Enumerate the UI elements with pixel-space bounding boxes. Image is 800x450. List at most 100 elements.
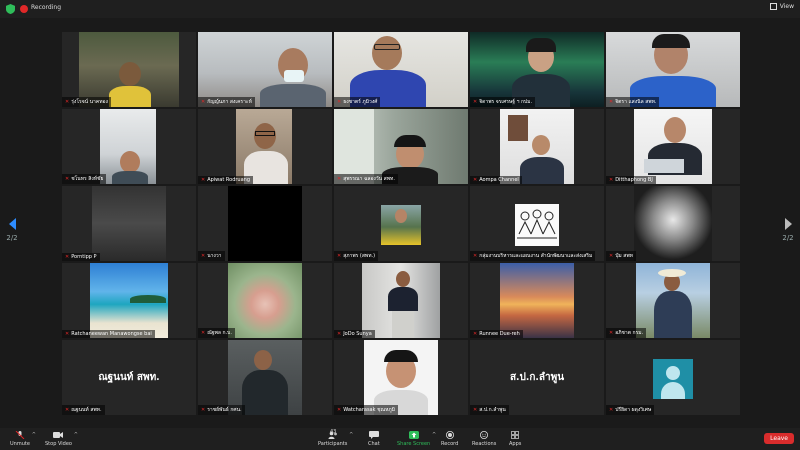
participant-name: Porntipp P: [71, 254, 97, 260]
muted-mic-icon: ✕: [201, 177, 206, 183]
participant-name: Runnee Due-reh: [479, 331, 520, 337]
video-tile[interactable]: ✕ Ratchaneewan Manawongse bai: [62, 263, 196, 338]
participant-video: [500, 109, 574, 184]
participants-button[interactable]: 43 ^ Participants: [318, 429, 353, 447]
chevron-up-icon[interactable]: ^: [432, 432, 436, 438]
chat-button[interactable]: Chat: [368, 431, 380, 447]
video-tile[interactable]: ✕ Aompa Channel: [470, 109, 604, 184]
participant-name: ณัฐพล ก.บ.: [207, 330, 232, 336]
muted-mic-icon: ✕: [473, 407, 478, 413]
participant-name: สุพรรณา ฉลองวัน สพท.: [343, 176, 395, 182]
video-tile[interactable]: ณฐนนท์ สพท. ✕ ณฐนนท์ สพท.: [62, 340, 196, 415]
participant-video: [198, 32, 332, 107]
stop-video-button[interactable]: ^ Stop Video: [45, 431, 78, 447]
record-button[interactable]: Record: [441, 431, 458, 447]
video-tile[interactable]: ✕ Runnee Due-reh: [470, 263, 604, 338]
participant-name: ณฐนนท์ สพท.: [71, 407, 102, 413]
video-tile[interactable]: ✕ จิดาพร จรเศรษฐ์ ฯ กปม.: [470, 32, 604, 107]
participant-name: Apiwat Rodruang: [207, 177, 251, 183]
unmute-label: Unmute: [10, 441, 30, 447]
share-screen-label: Share Screen: [397, 441, 431, 447]
chat-bubble-icon: [368, 431, 379, 439]
video-tile[interactable]: ✕ Watcharasak ชุณหภูมิ: [334, 340, 468, 415]
video-tile[interactable]: ✕ Apiwat Rodruang: [198, 109, 332, 184]
participant-video: [334, 109, 468, 184]
video-tile[interactable]: ✕ ราชย์พันธ์ กศน.: [198, 340, 332, 415]
participant-name: จิดาพร จรเศรษฐ์ ฯ กปม.: [479, 99, 533, 105]
participant-name: Aompa Channel: [479, 177, 519, 183]
chevron-up-icon[interactable]: ^: [32, 432, 36, 438]
grid-view-icon: [769, 3, 777, 10]
reactions-label: Reactions: [472, 441, 497, 447]
participant-name: ปรียิดา ผดุงวิเศษ: [615, 407, 652, 413]
view-label: View: [779, 3, 794, 10]
muted-mic-icon: ✕: [65, 176, 70, 182]
participants-count: 43: [330, 429, 337, 435]
participant-name: ราชย์พันธ์ กศน.: [207, 407, 242, 413]
muted-mic-icon: ✕: [65, 331, 70, 337]
share-screen-button[interactable]: ^ Share Screen: [397, 431, 436, 447]
participant-video: [236, 109, 292, 184]
muted-mic-icon: ✕: [609, 407, 614, 413]
participant-video: [228, 186, 302, 261]
participant-name: ธงชาตร์ ภูมิวงศ์: [343, 99, 378, 105]
participant-video: [634, 109, 712, 184]
muted-mic-icon: ✕: [65, 407, 70, 413]
video-tile[interactable]: ✕ ธงชาตร์ ภูมิวงศ์: [334, 32, 468, 107]
participant-name: นางวา: [207, 253, 222, 259]
unmute-button[interactable]: ^ Unmute: [10, 431, 36, 447]
previous-page-button[interactable]: 2/2: [4, 218, 20, 242]
video-tile[interactable]: ✕ รุ่งโรจน์ นาคทอง: [62, 32, 196, 107]
share-screen-icon: [408, 431, 419, 439]
participant-name: JoDo Sunya: [343, 331, 372, 337]
video-tile[interactable]: ✕ ณัฐพล ก.บ.: [198, 263, 332, 338]
security-shield-icon[interactable]: [6, 4, 15, 14]
muted-mic-icon: ✕: [473, 331, 478, 337]
video-tile[interactable]: ✕ ชโนทร สิงห์ชัย: [62, 109, 196, 184]
muted-mic-icon: ✕: [65, 99, 70, 105]
video-camera-icon: [53, 432, 64, 438]
muted-mic-icon: ✕: [337, 99, 342, 105]
page-indicator-left: 2/2: [6, 234, 18, 242]
video-tile[interactable]: ✕ กัญญ์นภา สงเคราะห์: [198, 32, 332, 107]
profile-picture: [636, 263, 710, 338]
video-tile[interactable]: ✕ JoDo Sunya: [334, 263, 468, 338]
profile-picture: [228, 263, 302, 338]
participant-name: ปุ๋ม สพท: [615, 253, 633, 259]
muted-microphone-icon: [15, 431, 25, 439]
muted-mic-icon: ✕: [473, 99, 478, 105]
leave-button[interactable]: Leave: [764, 433, 794, 444]
video-tile[interactable]: ส.ป.ก.ลำพูน ✕ ส.ป.ก.ลำพูน: [470, 340, 604, 415]
recording-label: Recording: [31, 4, 62, 11]
video-tile[interactable]: ✕ Ditthaphong BJ: [606, 109, 740, 184]
profile-picture: [634, 186, 712, 261]
display-name-text: ส.ป.ก.ลำพูน: [509, 372, 565, 383]
chevron-up-icon[interactable]: ^: [74, 432, 78, 438]
video-tile[interactable]: ✕ ปรียิดา ผดุงวิเศษ: [606, 340, 740, 415]
video-tile[interactable]: ✕ ปุ๋ม สพท: [606, 186, 740, 261]
muted-mic-icon: ✕: [609, 99, 614, 105]
video-tile[interactable]: ✕ จิตรา แสงนิล สพท.: [606, 32, 740, 107]
chevron-up-icon[interactable]: ^: [349, 432, 353, 438]
muted-mic-icon: ✕: [609, 177, 614, 183]
muted-mic-icon: ✕: [473, 177, 478, 183]
page-indicator-right: 2/2: [782, 234, 794, 242]
view-button[interactable]: View: [769, 3, 794, 10]
record-label: Record: [441, 441, 459, 447]
record-icon: [445, 431, 454, 439]
participant-name: จิตรา แสงนิล สพท.: [615, 99, 657, 105]
video-tile[interactable]: ✕ Porntipp P: [62, 186, 196, 261]
profile-picture: [381, 205, 421, 245]
video-tile[interactable]: ✕ สุภาพร (สพท.): [334, 186, 468, 261]
video-tile[interactable]: ✕ กลุ่มงานบริหารและแผนงาน สำนักพัฒนาและส่…: [470, 186, 604, 261]
chat-label: Chat: [368, 441, 380, 447]
next-page-button[interactable]: 2/2: [780, 218, 796, 242]
video-tile[interactable]: ✕ นางวา: [198, 186, 332, 261]
video-tile[interactable]: ✕ สุพรรณา ฉลองวัน สพท.: [334, 109, 468, 184]
muted-mic-icon: ✕: [201, 253, 206, 259]
muted-mic-icon: ✕: [473, 253, 478, 259]
video-tile[interactable]: ✕ อภิชาต กรม.: [606, 263, 740, 338]
reactions-button[interactable]: Reactions: [472, 431, 496, 447]
apps-button[interactable]: Apps: [509, 431, 521, 447]
muted-mic-icon: ✕: [337, 176, 342, 182]
